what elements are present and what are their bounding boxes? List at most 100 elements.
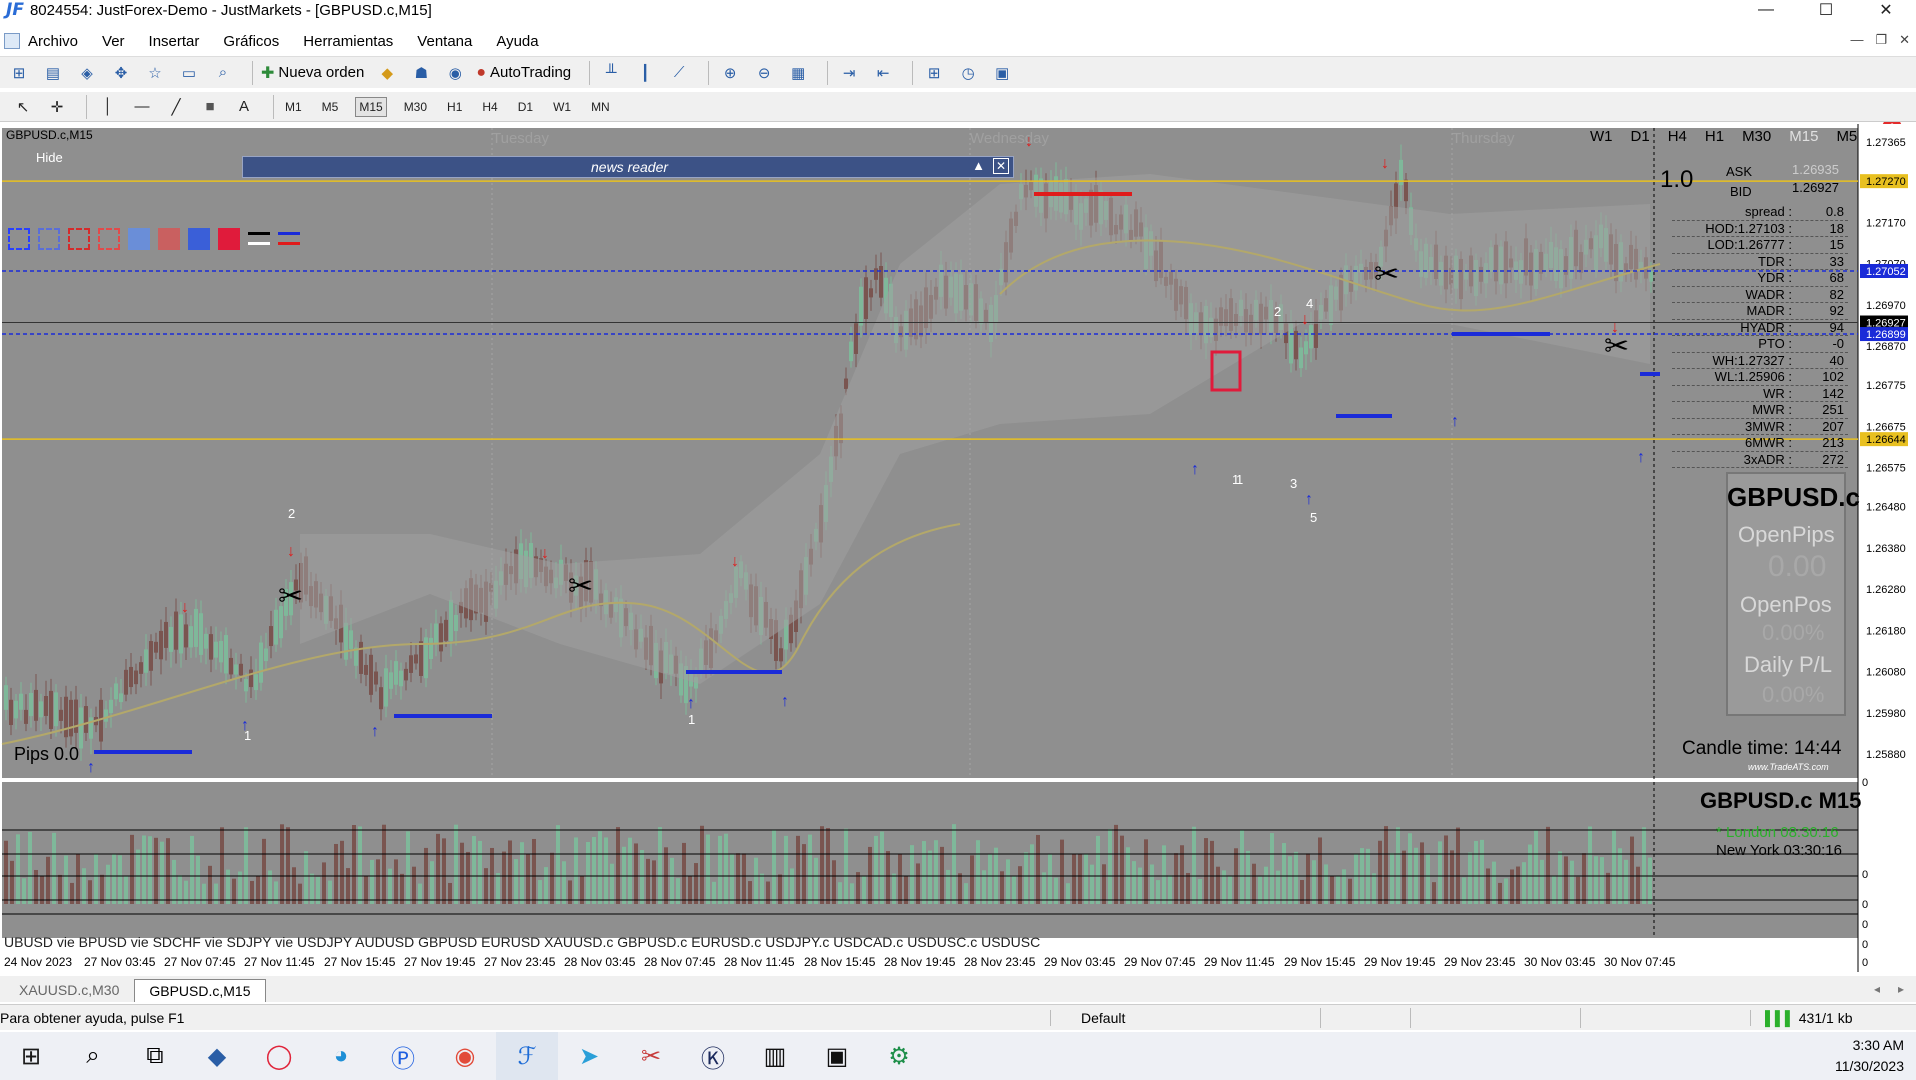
opera-icon[interactable]: ◯ bbox=[248, 1032, 310, 1080]
mdi-minimize-button[interactable]: — bbox=[1850, 32, 1863, 48]
color-palette[interactable] bbox=[8, 228, 300, 250]
tab-gbpusd-m15[interactable]: GBPUSD.c,M15 bbox=[134, 979, 266, 1002]
vertical-line-icon[interactable]: │ bbox=[95, 95, 121, 119]
chart-window[interactable]: 1.273651.272701.271701.270701.270521.269… bbox=[0, 124, 1916, 972]
news-reader-bar[interactable]: news reader ▲ ✕ bbox=[242, 156, 1014, 178]
palette-lines-br[interactable] bbox=[278, 228, 300, 250]
tf-link-h1[interactable]: H1 bbox=[1705, 128, 1724, 145]
menu-herramientas[interactable]: Herramientas bbox=[303, 33, 393, 50]
tf-mn[interactable]: MN bbox=[588, 98, 613, 116]
tab-xauusd-m30[interactable]: XAUUSD.c,M30 bbox=[4, 978, 134, 1002]
zoom-out-icon[interactable]: ⊖ bbox=[751, 61, 777, 85]
trendline-icon[interactable]: ╱ bbox=[163, 95, 189, 119]
menu-ayuda[interactable]: Ayuda bbox=[496, 33, 538, 50]
palette-blue-dashed[interactable] bbox=[8, 228, 30, 250]
menu-ventana[interactable]: Ventana bbox=[417, 33, 472, 50]
tf-m30[interactable]: M30 bbox=[401, 98, 430, 116]
collapse-icon[interactable]: ▲ bbox=[972, 158, 985, 173]
x-app-icon[interactable]: ▣ bbox=[806, 1032, 868, 1080]
templates-icon[interactable]: ▣ bbox=[989, 61, 1015, 85]
tf-link-w1[interactable]: W1 bbox=[1590, 128, 1613, 145]
maximize-button[interactable]: ☐ bbox=[1796, 0, 1856, 20]
zoom-in-icon[interactable]: ⊕ bbox=[717, 61, 743, 85]
menu-archivo[interactable]: Archivo bbox=[28, 33, 78, 50]
autotrading-button[interactable]: ● AutoTrading bbox=[476, 64, 571, 82]
tf-m5[interactable]: M5 bbox=[319, 98, 342, 116]
tf-link-m15[interactable]: M15 bbox=[1789, 128, 1818, 145]
palette-blue[interactable] bbox=[188, 228, 210, 250]
task-view-icon[interactable]: ⧉ bbox=[124, 1032, 186, 1080]
tool-icon[interactable]: ✂ bbox=[620, 1032, 682, 1080]
rectangle-icon[interactable]: ■ bbox=[197, 95, 223, 119]
menu-insertar[interactable]: Insertar bbox=[149, 33, 200, 50]
periods-icon[interactable]: ◷ bbox=[955, 61, 981, 85]
tf-w1[interactable]: W1 bbox=[550, 98, 574, 116]
clock[interactable]: 3:30 AM 11/30/2023 bbox=[1835, 1035, 1904, 1077]
mdi-close-button[interactable]: ✕ bbox=[1899, 32, 1910, 48]
palette-red-dashed-2[interactable] bbox=[98, 228, 120, 250]
tf-d1[interactable]: D1 bbox=[515, 98, 536, 116]
new-order-button[interactable]: ✚ Nueva orden bbox=[261, 63, 364, 83]
close-news-icon[interactable]: ✕ bbox=[993, 158, 1009, 174]
text-icon[interactable]: A bbox=[231, 95, 257, 119]
close-button[interactable]: ✕ bbox=[1856, 0, 1916, 20]
candlestick-icon[interactable]: ┃ bbox=[632, 61, 658, 85]
menu-ver[interactable]: Ver bbox=[102, 33, 125, 50]
market-watch-icon[interactable]: ◈ bbox=[74, 61, 100, 85]
palette-rose[interactable] bbox=[158, 228, 180, 250]
p-app-icon[interactable]: Ⓟ bbox=[372, 1032, 434, 1080]
mdi-restore-button[interactable]: ❐ bbox=[1875, 32, 1887, 48]
chart-shift-icon[interactable]: ⇤ bbox=[870, 61, 896, 85]
chart-app-icon[interactable]: ▥ bbox=[744, 1032, 806, 1080]
tf-link-m5[interactable]: M5 bbox=[1836, 128, 1857, 145]
navigator-icon[interactable]: ✥ bbox=[108, 61, 134, 85]
palette-lightblue[interactable] bbox=[128, 228, 150, 250]
line-chart-icon[interactable]: ⟋ bbox=[666, 61, 692, 85]
cursor-icon[interactable]: ↖ bbox=[10, 95, 36, 119]
tf-link-d1[interactable]: D1 bbox=[1631, 128, 1650, 145]
signals-icon[interactable]: ☗ bbox=[408, 61, 434, 85]
star-icon[interactable]: ☆ bbox=[142, 61, 168, 85]
market-icon[interactable]: ◉ bbox=[442, 61, 468, 85]
tab-scroll-left-icon[interactable]: ◂ bbox=[1874, 982, 1880, 996]
windows-start-icon[interactable]: ⊞ bbox=[0, 1032, 62, 1080]
palette-red[interactable] bbox=[218, 228, 240, 250]
app-arrow-icon[interactable]: ◆ bbox=[186, 1032, 248, 1080]
indicators-icon[interactable]: ⊞ bbox=[921, 61, 947, 85]
autoscroll-icon[interactable]: ⇥ bbox=[836, 61, 862, 85]
mdi-app-icon[interactable] bbox=[4, 33, 20, 49]
metaeditor-icon[interactable]: ◆ bbox=[374, 61, 400, 85]
menu-graficos[interactable]: Gráficos bbox=[223, 33, 279, 50]
tf-link-m30[interactable]: M30 bbox=[1742, 128, 1771, 145]
bar-chart-icon[interactable]: ╨ bbox=[598, 61, 624, 85]
palette-blue-dashed-2[interactable] bbox=[38, 228, 60, 250]
k-app-icon[interactable]: Ⓚ bbox=[682, 1032, 744, 1080]
tf-m1[interactable]: M1 bbox=[282, 98, 305, 116]
search-taskbar-icon[interactable]: ⌕ bbox=[62, 1032, 124, 1080]
chrome-icon[interactable]: ◉ bbox=[434, 1032, 496, 1080]
palette-lines-bw[interactable] bbox=[248, 228, 270, 250]
terminal-icon[interactable]: ▭ bbox=[176, 61, 202, 85]
tf-h1[interactable]: H1 bbox=[444, 98, 465, 116]
tile-windows-icon[interactable]: ▦ bbox=[785, 61, 811, 85]
edge-icon[interactable]: ◕ bbox=[310, 1032, 372, 1080]
minimize-button[interactable]: — bbox=[1736, 0, 1796, 20]
palette-red-dashed[interactable] bbox=[68, 228, 90, 250]
profile-name[interactable]: Default bbox=[1050, 1009, 1320, 1026]
tf-h4[interactable]: H4 bbox=[479, 98, 500, 116]
profiles-icon[interactable]: ▤ bbox=[40, 61, 66, 85]
new-chart-icon[interactable]: ⊞ bbox=[6, 61, 32, 85]
price-chart[interactable]: 1.273651.272701.271701.270701.270521.269… bbox=[0, 124, 1916, 972]
network-app-icon[interactable]: ⚙ bbox=[868, 1032, 930, 1080]
tab-scroll-right-icon[interactable]: ▸ bbox=[1898, 982, 1904, 996]
telegram-icon[interactable]: ➤ bbox=[558, 1032, 620, 1080]
tf-m15[interactable]: M15 bbox=[355, 96, 387, 117]
pairs-bar[interactable]: UBUSD vie BPUSD vie SDCHF vie SDJPY vie … bbox=[4, 934, 1040, 950]
tf-link-h4[interactable]: H4 bbox=[1668, 128, 1687, 145]
hide-button[interactable]: Hide bbox=[36, 150, 63, 165]
justforex-icon[interactable]: ℱ bbox=[496, 1032, 558, 1080]
crosshair-icon[interactable]: ✛ bbox=[44, 95, 70, 119]
horizontal-line-icon[interactable]: ― bbox=[129, 95, 155, 119]
candle-body bbox=[159, 630, 163, 660]
tester-icon[interactable]: ⌕ bbox=[210, 61, 236, 85]
